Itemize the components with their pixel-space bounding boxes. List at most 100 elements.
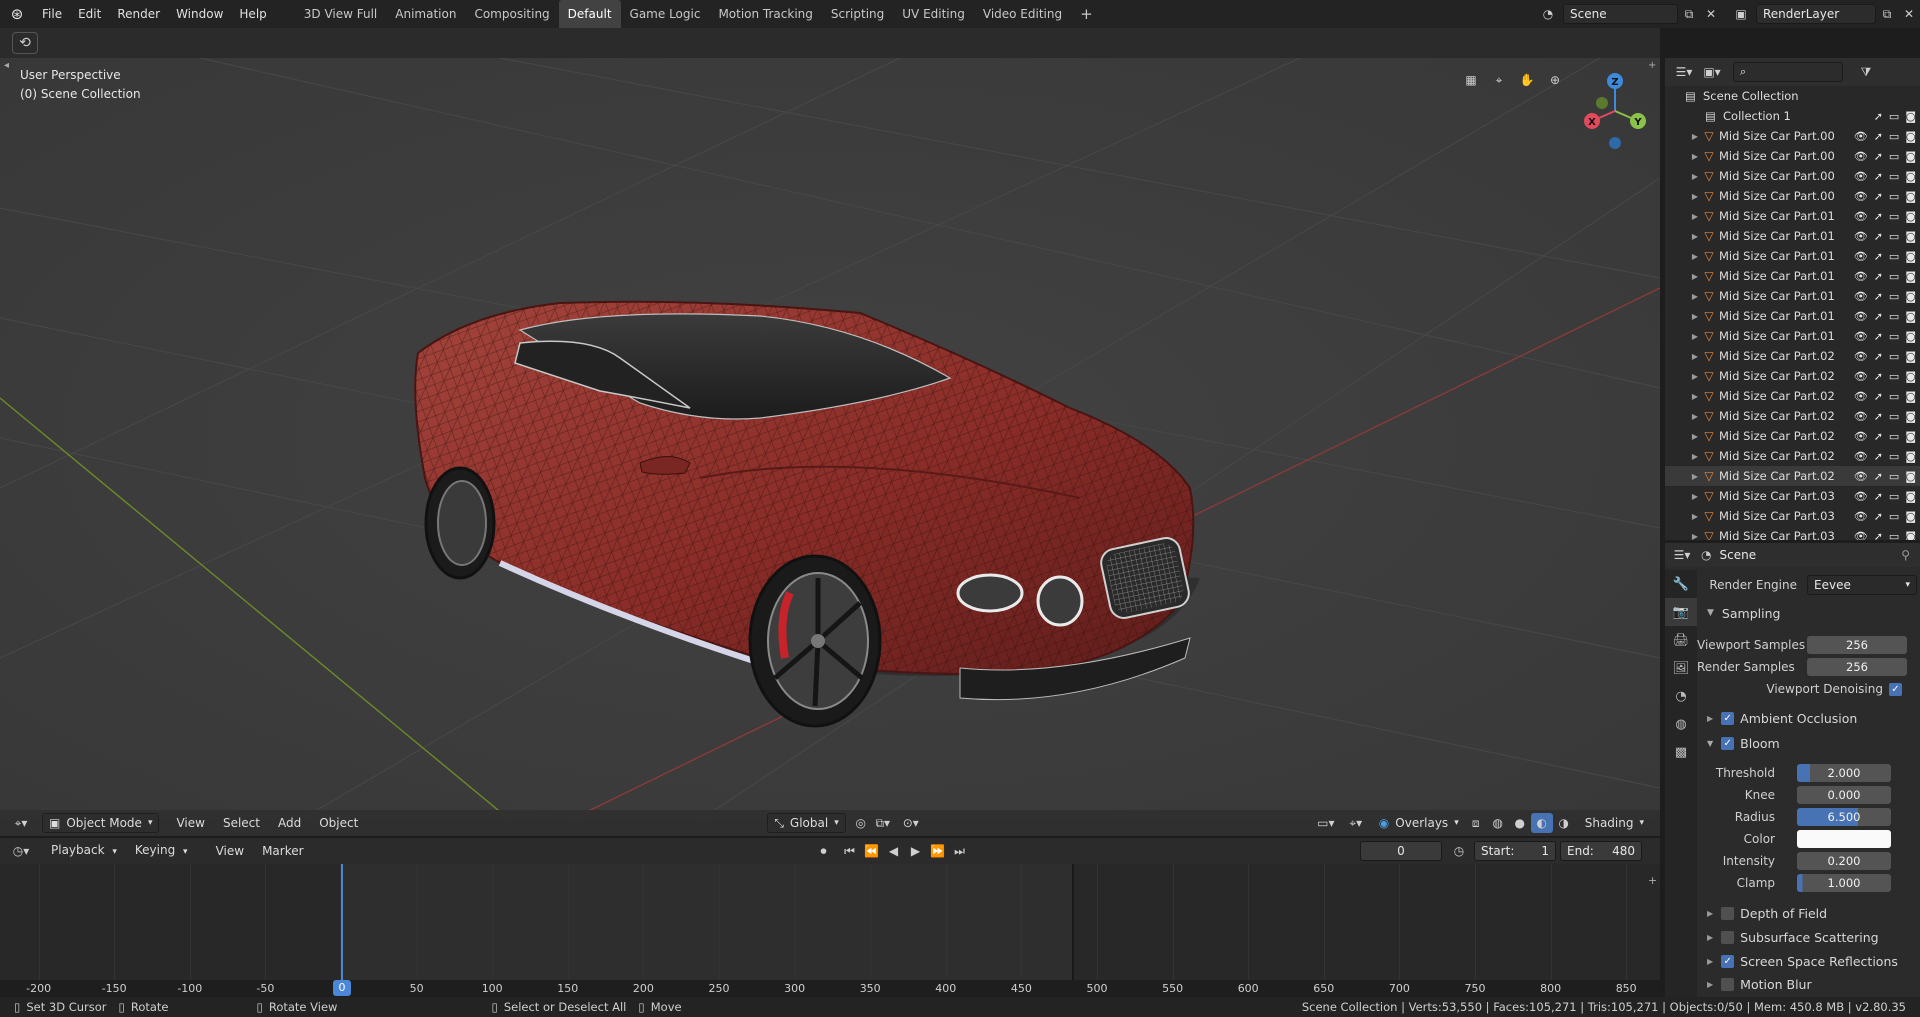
monitor-icon[interactable]: ▭ xyxy=(1889,290,1899,303)
eye-icon[interactable]: 👁 xyxy=(1854,370,1868,383)
select-arrow-icon[interactable]: ➚ xyxy=(1874,230,1883,243)
subsurface-scattering-checkbox[interactable] xyxy=(1721,930,1735,944)
camera-icon[interactable]: ◙ xyxy=(1905,470,1916,483)
tab-3d-view-full[interactable]: 3D View Full xyxy=(295,0,387,28)
proportional-edit-icon[interactable]: ⊙▾ xyxy=(900,813,922,833)
timeline-menu-marker[interactable]: Marker xyxy=(253,838,312,864)
xray-icon[interactable]: ⧈ xyxy=(1465,813,1487,833)
tab-motion-tracking[interactable]: Motion Tracking xyxy=(709,0,821,28)
wireframe-shading-icon[interactable]: ◍ xyxy=(1487,813,1509,833)
expand-triangle-icon[interactable]: ▶ xyxy=(1689,392,1701,401)
eye-icon[interactable]: 👁 xyxy=(1854,170,1868,183)
camera-icon[interactable]: ◙ xyxy=(1905,230,1916,243)
menu-help[interactable]: Help xyxy=(231,0,274,28)
expand-triangle-icon[interactable]: ▶ xyxy=(1689,212,1701,221)
monitor-icon[interactable]: ▭ xyxy=(1889,490,1899,503)
expand-triangle-icon[interactable]: ▶ xyxy=(1689,312,1701,321)
pan-hand-icon[interactable]: ✋ xyxy=(1516,70,1538,90)
expand-triangle-icon[interactable]: ▶ xyxy=(1689,472,1701,481)
select-arrow-icon[interactable]: ➚ xyxy=(1874,310,1883,323)
select-arrow-icon[interactable]: ➚ xyxy=(1874,130,1883,143)
scene-tab-icon[interactable]: ◔ xyxy=(1665,682,1697,710)
pivot-icon[interactable]: ◎ xyxy=(850,813,872,833)
outliner-editor-icon[interactable]: ☰▾ xyxy=(1673,62,1695,82)
scene-selector-icon[interactable]: ◔ xyxy=(1537,4,1559,24)
outliner-item[interactable]: ▶ ▽ Mid Size Car Part.02 👁 ➚ ▭ ◙ xyxy=(1665,446,1920,466)
camera-icon[interactable]: ◙ xyxy=(1905,190,1916,203)
properties-editor-icon[interactable]: ☰▾ xyxy=(1671,545,1693,565)
monitor-icon[interactable]: ▭ xyxy=(1889,370,1899,383)
expand-triangle-icon[interactable]: ▶ xyxy=(1689,432,1701,441)
record-icon[interactable]: ⏺ xyxy=(813,841,835,861)
ssr-panel-header[interactable]: ▶ ✓ Screen Space Reflections xyxy=(1697,950,1920,972)
select-arrow-icon[interactable]: ➚ xyxy=(1874,370,1883,383)
menu-edit[interactable]: Edit xyxy=(70,0,109,28)
camera-icon[interactable]: ◙ xyxy=(1905,310,1916,323)
expand-triangle-icon[interactable]: ▶ xyxy=(1689,332,1701,341)
threshold-slider[interactable]: 2.000 xyxy=(1797,764,1891,782)
snap-icon[interactable]: ⧉▾ xyxy=(872,813,894,833)
monitor-icon[interactable]: ▭ xyxy=(1889,230,1899,243)
eye-icon[interactable]: 👁 xyxy=(1854,270,1868,283)
menu-select[interactable]: Select xyxy=(214,810,269,836)
zoom-icon[interactable]: ⊕ xyxy=(1544,70,1566,90)
camera-icon[interactable]: ◙ xyxy=(1905,430,1916,443)
camera-icon[interactable]: ◙ xyxy=(1905,370,1916,383)
expand-triangle-icon[interactable]: ▶ xyxy=(1689,452,1701,461)
view-object-types-icon[interactable]: ▭▾ xyxy=(1315,813,1337,833)
timeline-menu-view[interactable]: View xyxy=(207,838,253,864)
play-reverse-icon[interactable]: ◀ xyxy=(883,841,905,861)
select-arrow-icon[interactable]: ➚ xyxy=(1874,190,1883,203)
delete-scene-icon[interactable]: ✕ xyxy=(1700,4,1722,24)
intensity-slider[interactable]: 0.200 xyxy=(1797,852,1891,870)
select-arrow-icon[interactable]: ➚ xyxy=(1874,430,1883,443)
menu-window[interactable]: Window xyxy=(168,0,231,28)
expand-triangle-icon[interactable]: ▶ xyxy=(1689,512,1701,521)
new-scene-icon[interactable]: ⧉ xyxy=(1678,4,1700,24)
subsurface-scattering-panel-header[interactable]: ▶ Subsurface Scattering xyxy=(1697,926,1920,948)
tab-uv-editing[interactable]: UV Editing xyxy=(893,0,974,28)
monitor-icon[interactable]: ▭ xyxy=(1889,130,1899,143)
current-frame-field[interactable]: 0 xyxy=(1360,841,1442,861)
monitor-icon[interactable]: ▭ xyxy=(1889,310,1899,323)
blender-logo-icon[interactable]: ⊛ xyxy=(0,4,34,24)
eye-icon[interactable]: 👁 xyxy=(1854,330,1868,343)
outliner-item[interactable]: ▶ ▽ Mid Size Car Part.03 👁 ➚ ▭ ◙ xyxy=(1665,526,1920,540)
jump-keyframe-back-icon[interactable]: ⏪ xyxy=(861,841,883,861)
eye-icon[interactable]: 👁 xyxy=(1854,490,1868,503)
knee-slider[interactable]: 0.000 xyxy=(1797,786,1891,804)
monitor-icon[interactable]: ▭ xyxy=(1889,410,1899,423)
select-arrow-icon[interactable]: ➚ xyxy=(1874,290,1883,303)
outliner-collection[interactable]: ▤ Collection 1 ➚ ▭ ◙ xyxy=(1665,106,1920,126)
eye-icon[interactable]: 👁 xyxy=(1854,310,1868,323)
camera-icon[interactable]: ◙ xyxy=(1905,270,1916,283)
expand-triangle-icon[interactable]: ▶ xyxy=(1689,192,1701,201)
outliner-item[interactable]: ▶ ▽ Mid Size Car Part.02 👁 ➚ ▭ ◙ xyxy=(1665,386,1920,406)
render-layer-field[interactable]: RenderLayer xyxy=(1756,4,1876,24)
tab-animation[interactable]: Animation xyxy=(386,0,465,28)
motion-blur-panel-header[interactable]: ▶ Motion Blur xyxy=(1697,973,1920,995)
menu-object[interactable]: Object xyxy=(310,810,367,836)
outliner-item[interactable]: ▶ ▽ Mid Size Car Part.01 👁 ➚ ▭ ◙ xyxy=(1665,226,1920,246)
tab-video-editing[interactable]: Video Editing xyxy=(974,0,1071,28)
pin-icon[interactable]: ⚲ xyxy=(1901,548,1910,562)
outliner-scene-collection[interactable]: ▤ Scene Collection xyxy=(1665,86,1920,106)
select-arrow-icon[interactable]: ➚ xyxy=(1874,450,1883,463)
expand-triangle-icon[interactable]: ▶ xyxy=(1689,152,1701,161)
outliner-item[interactable]: ▶ ▽ Mid Size Car Part.02 👁 ➚ ▭ ◙ xyxy=(1665,406,1920,426)
select-arrow-icon[interactable]: ➚ xyxy=(1874,490,1883,503)
camera-icon[interactable]: ◙ xyxy=(1905,150,1916,163)
outliner-item[interactable]: ▶ ▽ Mid Size Car Part.03 👁 ➚ ▭ ◙ xyxy=(1665,506,1920,526)
expand-triangle-icon[interactable]: ▶ xyxy=(1689,412,1701,421)
rendered-shading-icon[interactable]: ◑ xyxy=(1553,813,1575,833)
outliner-item[interactable]: ▶ ▽ Mid Size Car Part.01 👁 ➚ ▭ ◙ xyxy=(1665,306,1920,326)
expand-triangle-icon[interactable]: ▶ xyxy=(1689,352,1701,361)
display-mode-icon[interactable]: ▣▾ xyxy=(1701,62,1723,82)
outliner-item[interactable]: ▶ ▽ Mid Size Car Part.01 👁 ➚ ▭ ◙ xyxy=(1665,286,1920,306)
eye-icon[interactable]: 👁 xyxy=(1854,190,1868,203)
eye-icon[interactable]: 👁 xyxy=(1854,390,1868,403)
gizmo-toggle-icon[interactable]: ⌖▾ xyxy=(1345,813,1367,833)
sampling-panel-header[interactable]: ▼ Sampling xyxy=(1697,602,1920,624)
clamp-slider[interactable]: 1.000 xyxy=(1797,874,1891,892)
outliner-item[interactable]: ▶ ▽ Mid Size Car Part.01 👁 ➚ ▭ ◙ xyxy=(1665,326,1920,346)
